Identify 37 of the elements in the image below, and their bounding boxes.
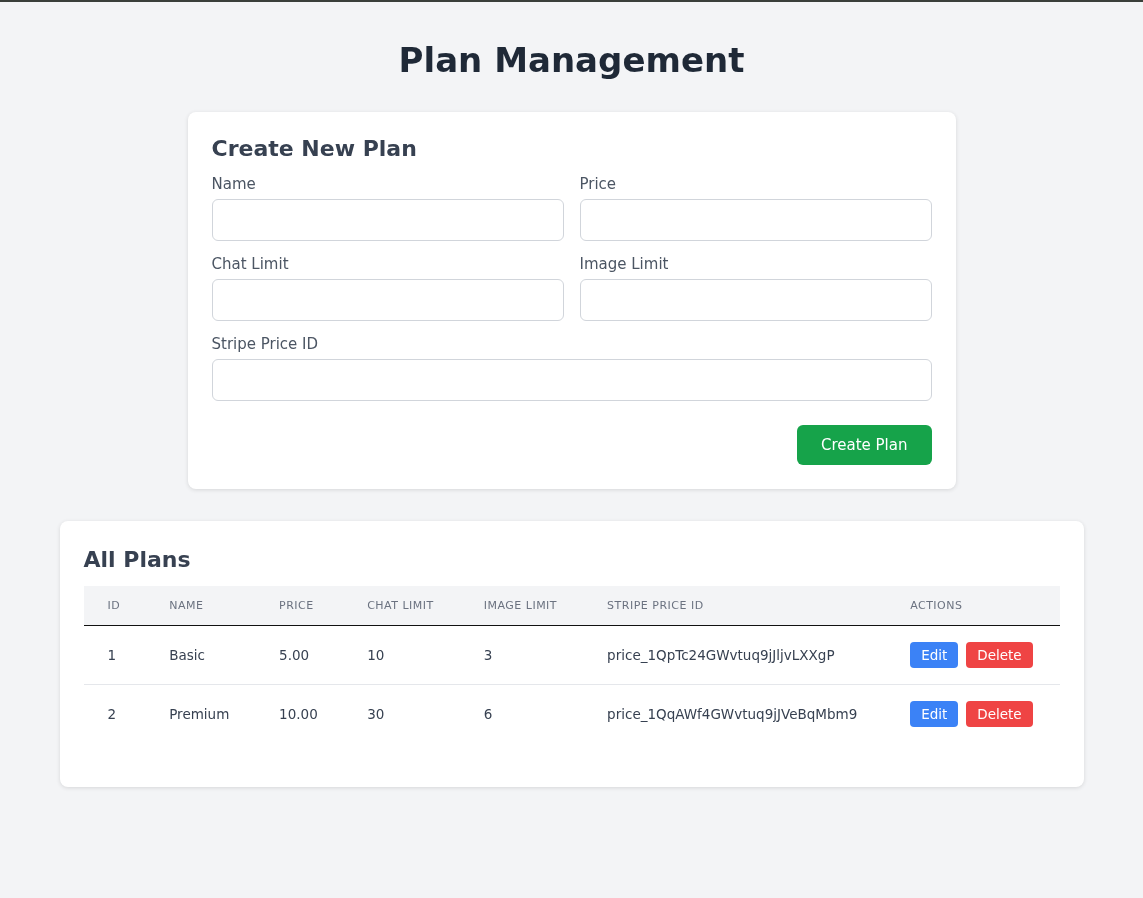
input-field[interactable]: [211, 279, 564, 321]
field-label: Stripe Price ID: [211, 335, 320, 353]
input-field[interactable]: [579, 199, 932, 241]
column-header: PRICE: [255, 586, 344, 626]
create-plan-button[interactable]: Create Plan: [796, 425, 932, 465]
column-header: IMAGE LIMIT: [459, 586, 584, 626]
table-cell: 5.00: [255, 625, 344, 685]
table-cell: 10.00: [255, 684, 344, 743]
edit-button[interactable]: Edit: [910, 701, 959, 727]
table-cell: 6: [459, 684, 584, 743]
column-header: CHAT LIMIT: [343, 586, 460, 626]
table-cell: 10: [343, 625, 460, 685]
input-field[interactable]: [211, 199, 564, 241]
column-header: NAME: [145, 586, 256, 626]
column-header: ACTIONS: [886, 586, 1060, 626]
table-cell: Basic: [145, 625, 256, 685]
field-label: Price: [579, 175, 618, 193]
table-cell: price_1QpTc24GWvtuq9jJljvLXXgP: [583, 625, 887, 685]
delete-button[interactable]: Delete: [966, 642, 1033, 668]
page-title: Plan Management: [398, 40, 745, 80]
edit-button[interactable]: Edit: [910, 642, 959, 668]
form-heading: Create New Plan: [211, 136, 418, 161]
table-cell: 3: [459, 625, 584, 685]
delete-button[interactable]: Delete: [966, 701, 1033, 727]
table-heading: All Plans: [83, 547, 192, 572]
table-cell: 2: [83, 684, 146, 743]
input-field[interactable]: [579, 279, 932, 321]
input-field[interactable]: [211, 359, 932, 401]
column-header: ID: [83, 586, 146, 626]
table-cell: price_1QqAWf4GWvtuq9jJVeBqMbm9: [583, 684, 887, 743]
field-label: Chat Limit: [211, 255, 290, 273]
table-cell: 1: [83, 625, 146, 685]
table-cell: Premium: [145, 684, 256, 743]
field-label: Image Limit: [579, 255, 670, 273]
column-header: STRIPE PRICE ID: [583, 586, 887, 626]
table-cell: 30: [343, 684, 460, 743]
field-label: Name: [211, 175, 257, 193]
